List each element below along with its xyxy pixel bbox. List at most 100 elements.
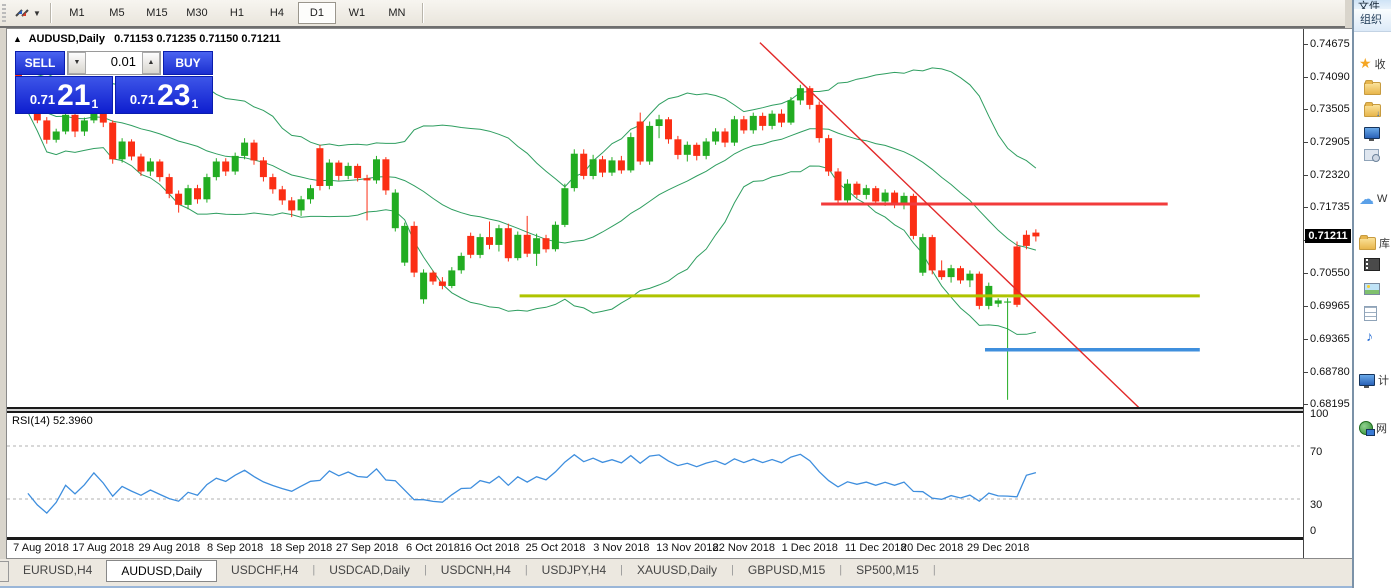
sidebar-item-folder[interactable]	[1364, 82, 1381, 95]
price-tick-label: 0.72320	[1310, 169, 1350, 181]
computer-label: 计	[1378, 372, 1389, 388]
explorer-toolbar: 组织	[1354, 9, 1391, 32]
collapse-triangle-icon[interactable]: ▲	[13, 34, 22, 44]
top-toolbar: ▼ M1M5M15M30H1H4D1W1MN	[0, 0, 1345, 28]
rsi-tick-label: 0	[1310, 525, 1316, 537]
chart-symbol: AUDUSD,Daily	[29, 33, 105, 45]
sell-quote[interactable]: 0.71 21 1	[15, 76, 113, 114]
chevron-down-icon[interactable]: ▼	[33, 9, 41, 18]
sidebar-item-desktop[interactable]	[1364, 127, 1380, 139]
timeframe-button-m15[interactable]: M15	[138, 2, 176, 24]
sidebar-item-documents[interactable]	[1364, 306, 1377, 321]
buy-price-big: 23	[157, 82, 190, 110]
sidebar-item-videos[interactable]	[1364, 258, 1380, 271]
volume-increment-button[interactable]: ▲	[142, 52, 160, 74]
network-label: 网	[1376, 420, 1387, 436]
chart-tab-usdcad[interactable]: USDCAD,Daily	[315, 561, 424, 580]
rsi-indicator-plot[interactable]	[7, 413, 1303, 537]
sell-price-big: 21	[57, 82, 90, 110]
buy-button[interactable]: BUY	[163, 51, 213, 75]
volume-input[interactable]: 0.01	[86, 52, 142, 74]
date-tick-label: 3 Nov 2018	[593, 542, 649, 554]
date-tick-label: 27 Sep 2018	[336, 542, 398, 554]
sidebar-item-recent-places[interactable]	[1364, 149, 1379, 161]
chart-tab-usdjpy[interactable]: USDJPY,H4	[528, 561, 620, 580]
timeframe-button-h4[interactable]: H4	[258, 2, 296, 24]
tab-separator: |	[933, 561, 936, 580]
date-tick-label: 8 Sep 2018	[207, 542, 263, 554]
timeframe-button-m5[interactable]: M5	[98, 2, 136, 24]
chart-tab-xauusd[interactable]: XAUUSD,Daily	[623, 561, 731, 580]
chart-tab-audusd[interactable]: AUDUSD,Daily	[106, 560, 217, 582]
star-icon: ★	[1359, 55, 1372, 72]
network-icon	[1359, 421, 1373, 435]
computer-icon	[1359, 374, 1375, 386]
sell-price-sup: 1	[92, 98, 99, 110]
chart-tab-eurusd[interactable]: EURUSD,H4	[9, 561, 106, 580]
sidebar-item-network[interactable]: 网	[1359, 420, 1387, 436]
sell-button[interactable]: SELL	[15, 51, 65, 75]
explorer-window: 文件(F) 组织 ★ 收 ☁ W 库 ♪ 计 网	[1352, 0, 1391, 588]
sidebar-item-music[interactable]: ♪	[1366, 328, 1373, 344]
file-menu[interactable]: 文件(F)	[1358, 1, 1380, 9]
rsi-tick-label: 30	[1310, 499, 1322, 511]
price-tick-label: 0.70550	[1310, 267, 1350, 279]
sidebar-item-computer[interactable]: 计	[1359, 372, 1389, 388]
date-tick-label: 29 Dec 2018	[967, 542, 1029, 554]
folder-icon	[1364, 82, 1381, 95]
timeframe-button-w1[interactable]: W1	[338, 2, 376, 24]
rsi-label: RSI(14) 52.3960	[12, 415, 93, 427]
document-icon	[1364, 306, 1377, 321]
downloads-folder-icon	[1364, 104, 1381, 117]
toolbar-separator	[422, 3, 424, 23]
price-tick-label: 0.72905	[1310, 136, 1350, 148]
timeframe-button-h1[interactable]: H1	[218, 2, 256, 24]
date-tick-label: 18 Sep 2018	[270, 542, 332, 554]
tab-sliver	[0, 561, 9, 582]
timeframe-button-d1[interactable]: D1	[298, 2, 336, 24]
volume-decrement-button[interactable]: ▼	[68, 52, 86, 74]
date-tick-label: 17 Aug 2018	[72, 542, 134, 554]
date-axis[interactable]: 7 Aug 201817 Aug 2018 29 Aug 2018 8 Sep 20…	[7, 540, 1303, 558]
price-tick-label: 0.74090	[1310, 71, 1350, 83]
chart-tab-usdchf[interactable]: USDCHF,H4	[217, 561, 312, 580]
chart-tabs-bar: EURUSD,H4AUDUSD,DailyUSDCHF,H4 | USDCAD,Da…	[0, 559, 1352, 588]
picture-icon	[1364, 283, 1380, 295]
date-tick-label: 20 Dec 2018	[901, 542, 963, 554]
rsi-tick-label: 100	[1310, 408, 1328, 420]
date-tick-label: 1 Dec 2018	[782, 542, 838, 554]
chart-tab-usdcnh[interactable]: USDCNH,H4	[427, 561, 525, 580]
sidebar-item-cloud[interactable]: ☁ W	[1359, 190, 1387, 208]
music-note-icon: ♪	[1366, 328, 1373, 344]
chart-tab-sp500[interactable]: SP500,M15	[842, 561, 933, 580]
favorites-label: 收	[1375, 56, 1386, 72]
cloud-label: W	[1377, 193, 1387, 205]
film-icon	[1364, 258, 1380, 271]
price-tick-label: 0.73505	[1310, 103, 1350, 115]
timeframe-button-m1[interactable]: M1	[58, 2, 96, 24]
date-tick-label: 13 Nov 2018	[656, 542, 718, 554]
sidebar-item-pictures[interactable]	[1364, 283, 1380, 295]
arrange-arrows-icon[interactable]	[14, 5, 30, 21]
timeframe-button-m30[interactable]: M30	[178, 2, 216, 24]
date-tick-label: 16 Oct 2018	[460, 542, 520, 554]
organize-button[interactable]: 组织	[1360, 14, 1382, 26]
date-tick-label: 22 Nov 2018	[713, 542, 775, 554]
date-tick-label: 7 Aug 2018	[13, 542, 69, 554]
date-tick-label: 29 Aug 2018	[138, 542, 200, 554]
chart-window: 7 Aug 201817 Aug 2018 29 Aug 2018 8 Sep 20…	[6, 28, 1352, 559]
sidebar-item-favorites[interactable]: ★ 收	[1359, 55, 1386, 72]
buy-quote[interactable]: 0.71 23 1	[115, 76, 213, 114]
toolbar-grip[interactable]	[2, 4, 6, 22]
sell-price-small: 0.71	[30, 90, 55, 110]
chart-tab-gbpusd[interactable]: GBPUSD,M15	[734, 561, 839, 580]
chart-tools-group[interactable]: ▼	[10, 5, 45, 21]
chart-title: ▲ AUDUSD,Daily 0.71153 0.71235 0.71150 0…	[13, 33, 281, 45]
sidebar-item-downloads[interactable]	[1364, 104, 1381, 117]
toolbar-separator	[50, 3, 52, 23]
price-axis[interactable]: 0.746750.740900.735050.729050.723200.717…	[1303, 29, 1352, 558]
sidebar-item-libraries[interactable]: 库	[1359, 235, 1390, 251]
timeframe-button-mn[interactable]: MN	[378, 2, 416, 24]
buy-price-small: 0.71	[130, 90, 155, 110]
recent-places-icon	[1364, 149, 1379, 161]
